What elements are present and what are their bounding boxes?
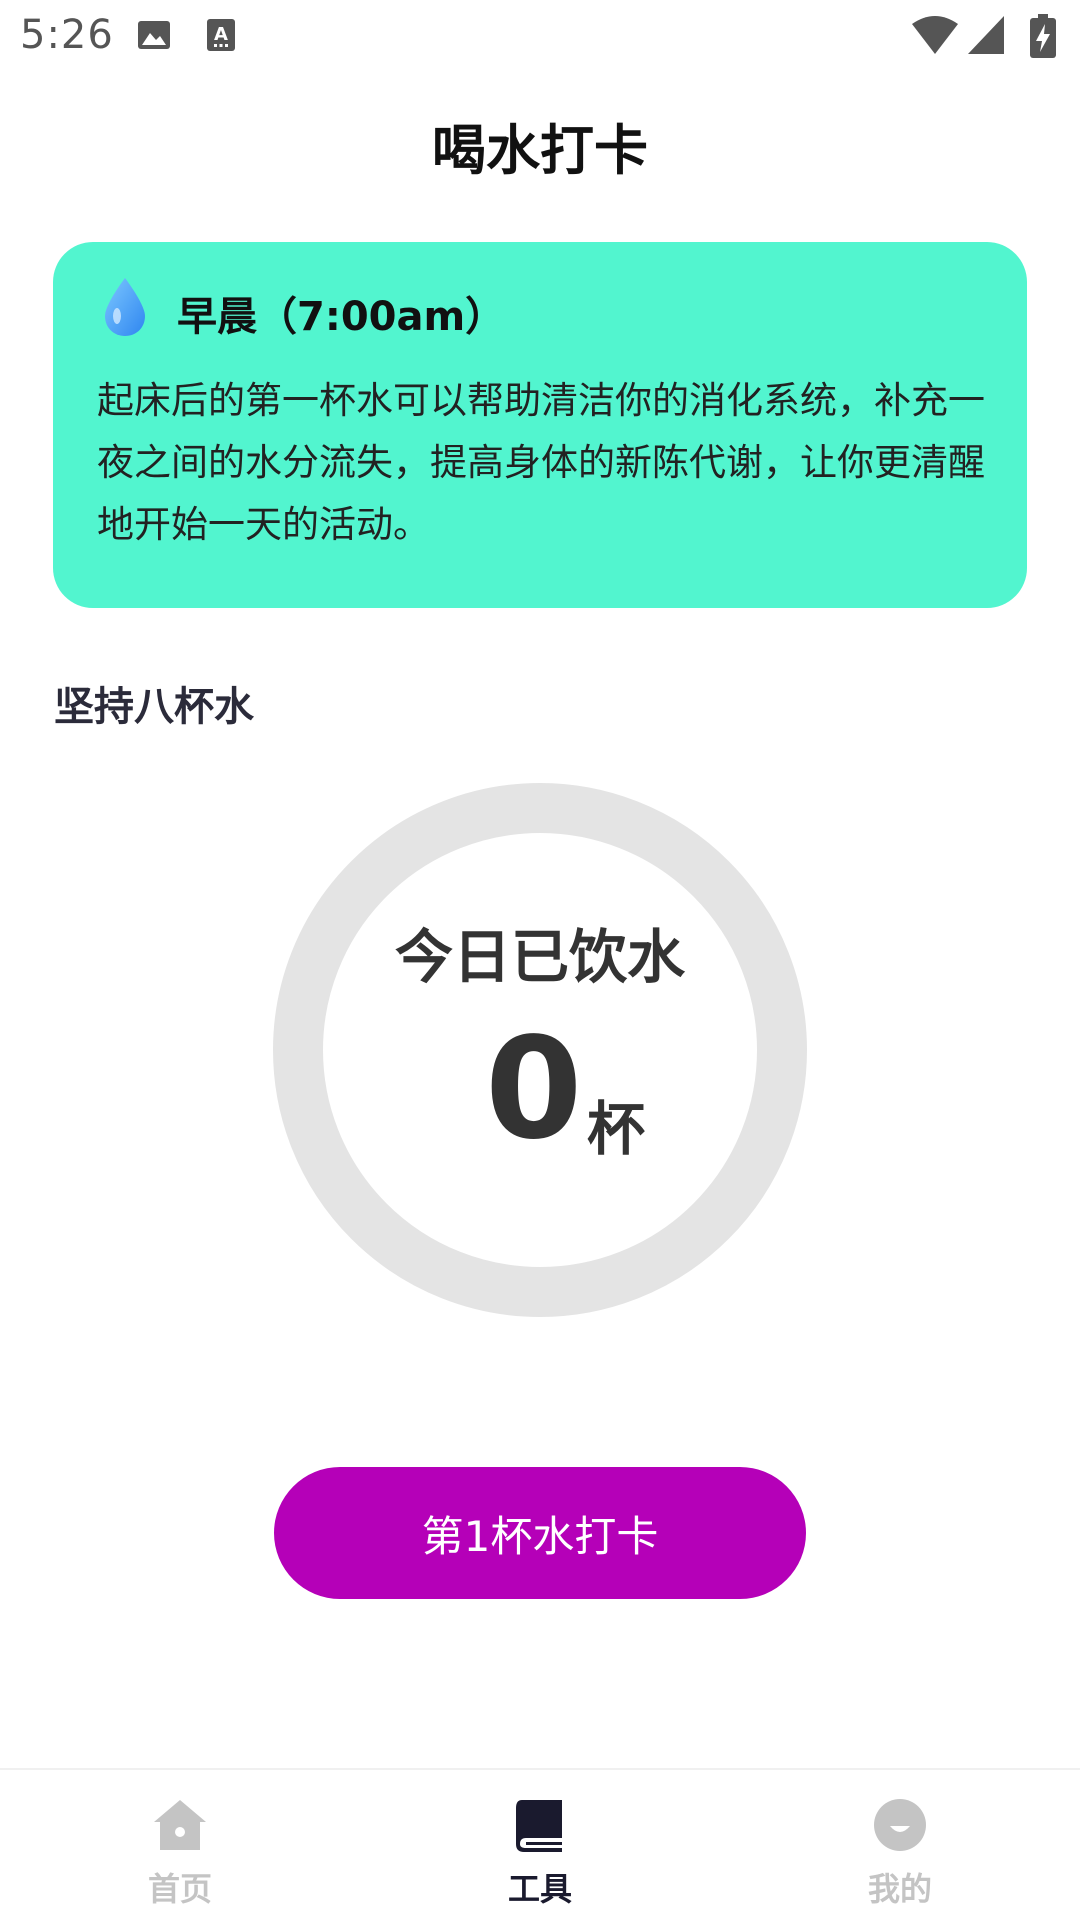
tip-body: 起床后的第一杯水可以帮助清洁你的消化系统，补充一夜之间的水分流失，提高身体的新陈… (97, 379, 985, 546)
progress-unit: 杯 (587, 1095, 646, 1163)
tip-title: 早晨（7:00am） (177, 294, 506, 340)
progress-count: 0 (485, 1008, 583, 1171)
wifi-icon (912, 16, 958, 54)
water-drop-icon (101, 276, 149, 338)
nav-item-tools[interactable]: 工具 (440, 1770, 640, 1920)
page-title: 喝水打卡 (432, 119, 648, 182)
book-icon (516, 1800, 562, 1852)
cellular-icon (968, 16, 1004, 54)
goal-label: 坚持八杯水 (54, 684, 254, 730)
svg-text:A: A (214, 24, 228, 45)
checkin-button[interactable]: 第1杯水打卡 (274, 1467, 806, 1599)
home-icon (154, 1800, 206, 1850)
text-icon: A (206, 18, 240, 52)
nav-label-home: 首页 (147, 1870, 212, 1908)
profile-icon (874, 1799, 926, 1851)
nav-label-tools: 工具 (507, 1870, 572, 1908)
nav-item-home[interactable]: 首页 (80, 1770, 280, 1920)
nav-item-profile[interactable]: 我的 (800, 1770, 1000, 1920)
status-icons (912, 14, 1062, 58)
tip-card: 早晨（7:00am） 起床后的第一杯水可以帮助清洁你的消化系统，补充一夜之间的水… (53, 242, 1027, 608)
bottom-nav: 首页 工具 我的 (0, 1768, 1080, 1920)
battery-charging-icon (1030, 14, 1056, 58)
status-bar: 5:26 A (0, 0, 1080, 72)
image-icon (137, 18, 171, 52)
progress-label: 今日已饮水 (394, 923, 685, 991)
nav-label-profile: 我的 (867, 1870, 932, 1908)
status-time: 5:26 (20, 12, 114, 58)
